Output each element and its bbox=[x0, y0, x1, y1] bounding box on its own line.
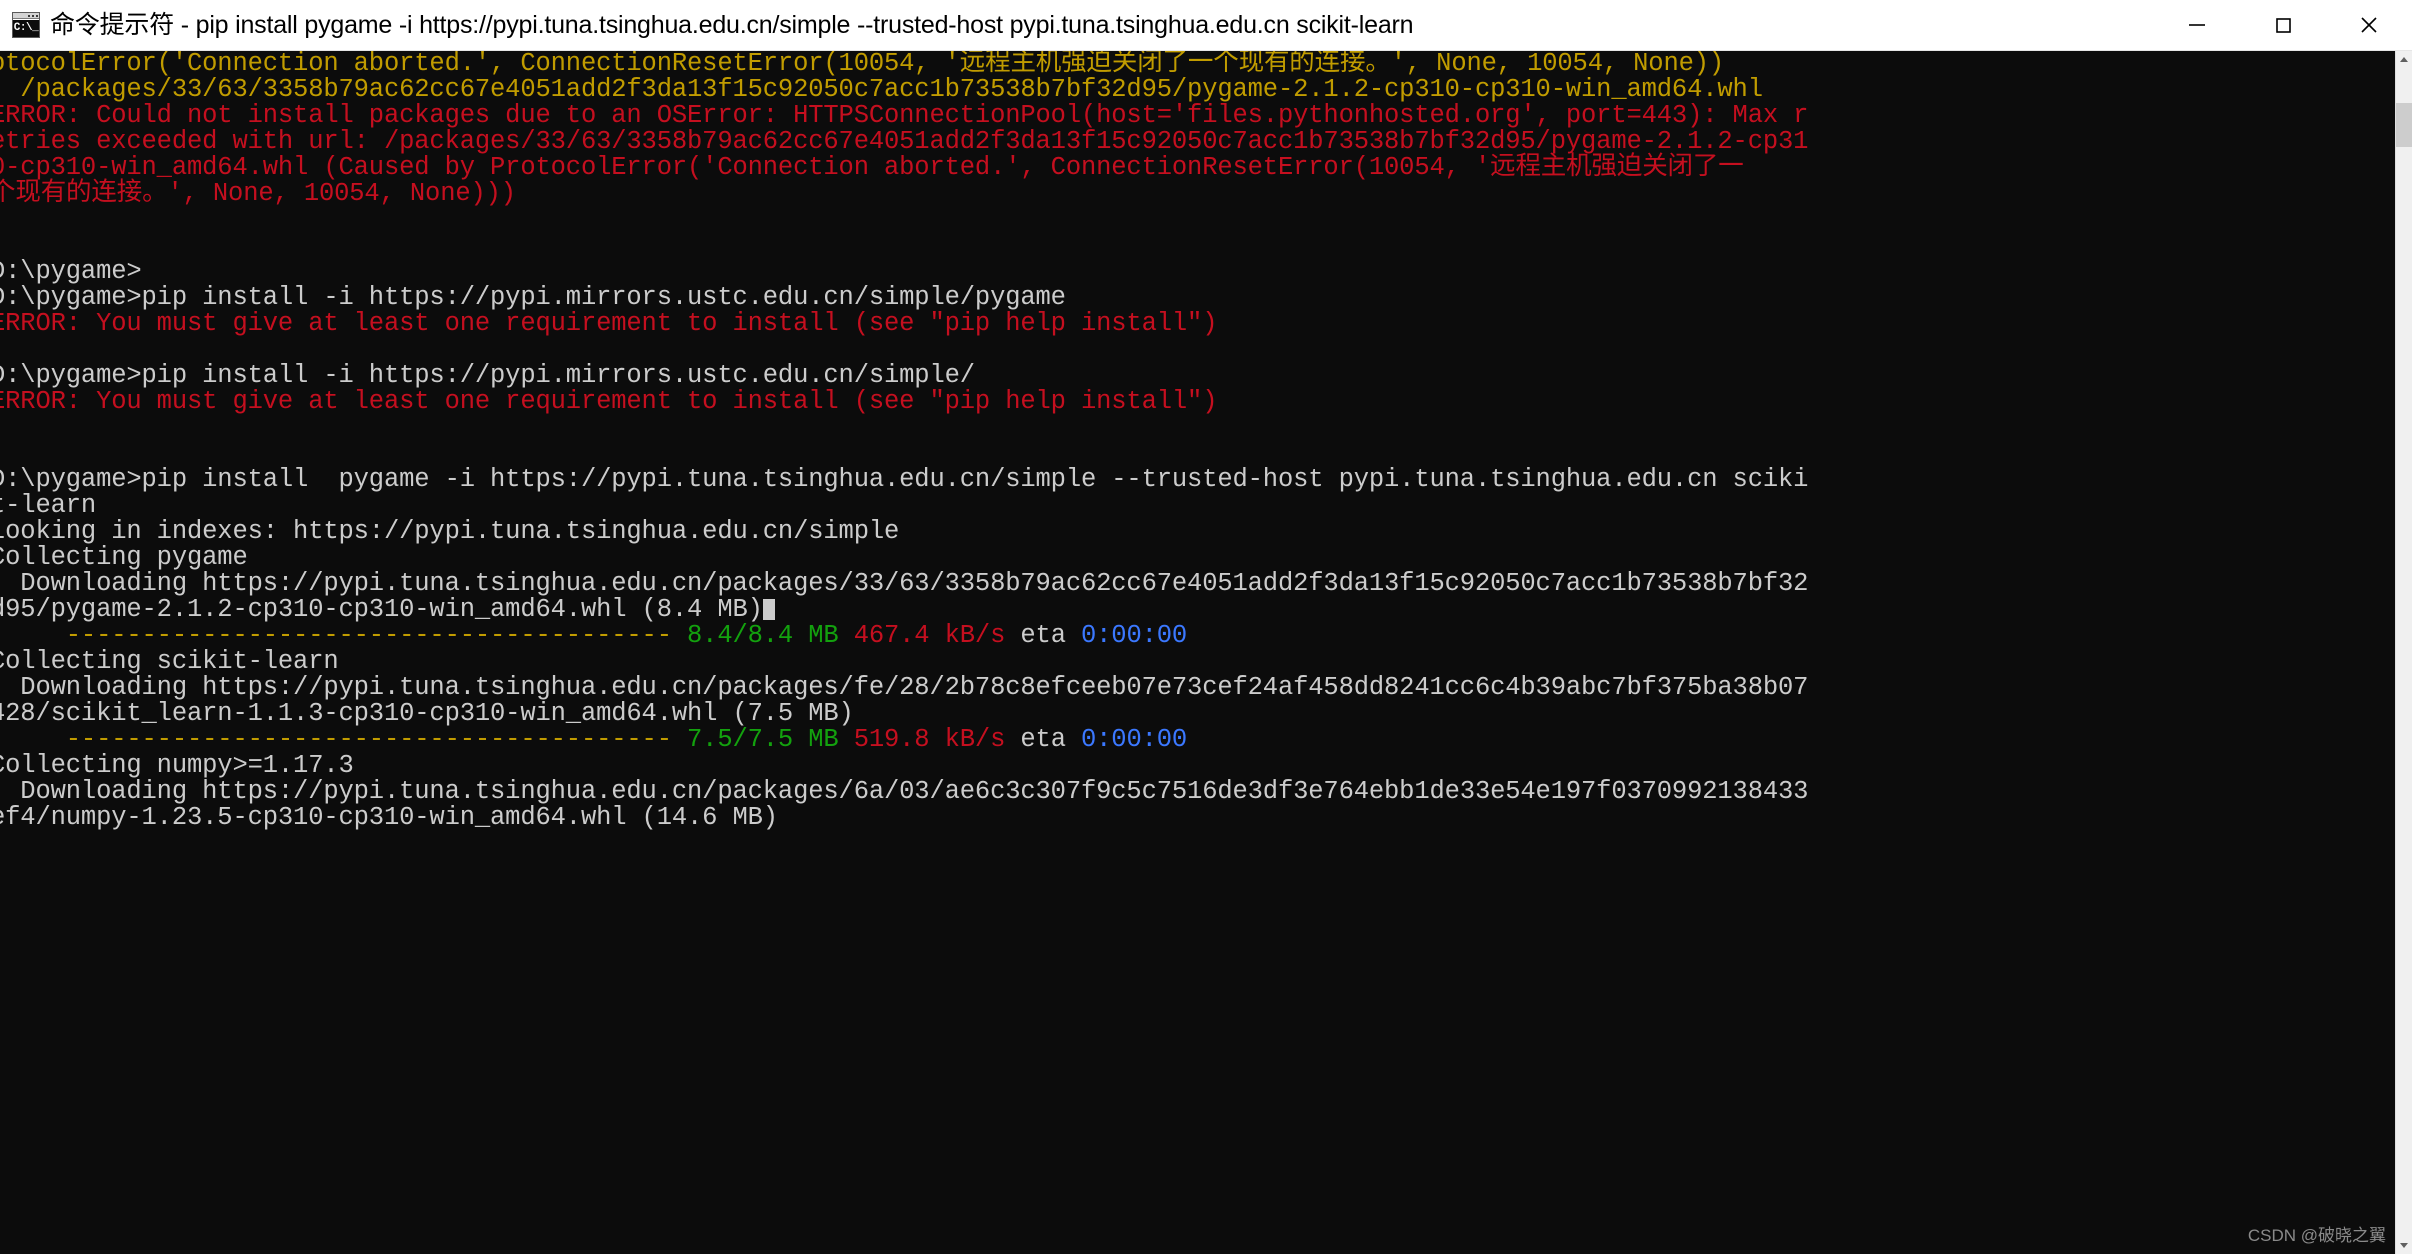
terminal-text-white: 428/scikit_learn-1.1.3-cp310-cp310-win_a… bbox=[0, 699, 854, 728]
terminal-text-white: D:\pygame>pip install -i https://pypi.mi… bbox=[0, 283, 1066, 312]
window-controls bbox=[2154, 0, 2412, 51]
terminal-text-blue: 0:00:00 bbox=[1081, 621, 1188, 650]
maximize-button[interactable] bbox=[2240, 0, 2326, 51]
scroll-up-button[interactable] bbox=[2396, 51, 2412, 68]
terminal-line: 个现有的连接。', None, 10054, None))) bbox=[0, 181, 2395, 207]
scrollbar-thumb[interactable] bbox=[2396, 103, 2412, 147]
maximize-icon bbox=[2276, 18, 2291, 33]
terminal-text-white: D:\pygame>pip install pygame -i https://… bbox=[0, 465, 1809, 494]
terminal-line: Downloading https://pypi.tuna.tsinghua.e… bbox=[0, 571, 2395, 597]
terminal-text-white: d95/pygame-2.1.2-cp310-cp310-win_amd64.w… bbox=[0, 595, 763, 624]
terminal-line: Looking in indexes: https://pypi.tuna.ts… bbox=[0, 519, 2395, 545]
terminal-line: etries exceeded with url: /packages/33/6… bbox=[0, 129, 2395, 155]
terminal-line: Downloading https://pypi.tuna.tsinghua.e… bbox=[0, 779, 2395, 805]
terminal-text-white: Looking in indexes: https://pypi.tuna.ts… bbox=[0, 517, 900, 546]
terminal-line: ----------------------------------------… bbox=[0, 623, 2395, 649]
terminal-text-red: ERROR: You must give at least one requir… bbox=[0, 387, 1218, 416]
chevron-up-icon bbox=[2400, 57, 2408, 62]
icon-titlebar-strip bbox=[13, 13, 39, 19]
terminal-text-white: ef4/numpy-1.23.5-cp310-cp310-win_amd64.w… bbox=[0, 803, 778, 832]
terminal-output[interactable]: otocolError('Connection aborted.', Conne… bbox=[0, 51, 2395, 1254]
terminal-line: : /packages/33/63/3358b79ac62cc67e4051ad… bbox=[0, 77, 2395, 103]
terminal-line: Collecting scikit-learn bbox=[0, 649, 2395, 675]
terminal-text-blue: 0:00:00 bbox=[1081, 725, 1188, 754]
terminal-text-white: Collecting numpy>=1.17.3 bbox=[0, 751, 354, 780]
chevron-down-icon bbox=[2400, 1243, 2408, 1248]
terminal-text-green: 8.4/8.4 MB bbox=[687, 621, 839, 650]
terminal-line: 0-cp310-win_amd64.whl (Caused by Protoco… bbox=[0, 155, 2395, 181]
terminal-text-white: D:\pygame>pip install -i https://pypi.mi… bbox=[0, 361, 975, 390]
terminal-line: otocolError('Connection aborted.', Conne… bbox=[0, 51, 2395, 77]
terminal-text-yellow: ---------------------------------------- bbox=[0, 725, 688, 754]
terminal-text-yellow: : /packages/33/63/3358b79ac62cc67e4051ad… bbox=[0, 75, 1763, 104]
terminal-text-red: 个现有的连接。', None, 10054, None))) bbox=[0, 179, 516, 208]
icon-screen-glyph: C:\_ bbox=[13, 20, 39, 37]
terminal-text-white: eta bbox=[1005, 621, 1081, 650]
window-title: 命令提示符 - pip install pygame -i https://py… bbox=[50, 10, 1414, 39]
terminal-text-white: Collecting pygame bbox=[0, 543, 248, 572]
terminal-line: ERROR: You must give at least one requir… bbox=[0, 389, 2395, 415]
terminal-text-white: Collecting scikit-learn bbox=[0, 647, 339, 676]
command-prompt-icon: C:\_ bbox=[12, 12, 40, 38]
terminal-text-green: 7.5/7.5 MB bbox=[687, 725, 839, 754]
terminal-text-red: ERROR: You must give at least one requir… bbox=[0, 309, 1218, 338]
terminal-text-red: etries exceeded with url: /packages/33/6… bbox=[0, 127, 1809, 156]
terminal-text-red: 519.8 kB/s bbox=[838, 725, 1006, 754]
terminal-text-yellow: otocolError('Connection aborted.', Conne… bbox=[0, 51, 1725, 78]
terminal-text-red: ERROR: Could not install packages due to… bbox=[0, 101, 1809, 130]
terminal-line: D:\pygame> bbox=[0, 259, 2395, 285]
terminal-line: Collecting numpy>=1.17.3 bbox=[0, 753, 2395, 779]
terminal-line: D:\pygame>pip install -i https://pypi.mi… bbox=[0, 363, 2395, 389]
scroll-down-button[interactable] bbox=[2396, 1237, 2412, 1254]
terminal-line: ERROR: Could not install packages due to… bbox=[0, 103, 2395, 129]
terminal-line: 428/scikit_learn-1.1.3-cp310-cp310-win_a… bbox=[0, 701, 2395, 727]
terminal-text-yellow: ---------------------------------------- bbox=[0, 621, 688, 650]
terminal-line: Downloading https://pypi.tuna.tsinghua.e… bbox=[0, 675, 2395, 701]
terminal-text-white: t-learn bbox=[0, 491, 97, 520]
terminal-line: ERROR: You must give at least one requir… bbox=[0, 311, 2395, 337]
terminal-text-white: Downloading https://pypi.tuna.tsinghua.e… bbox=[0, 777, 1809, 806]
terminal-line: D:\pygame>pip install -i https://pypi.mi… bbox=[0, 285, 2395, 311]
terminal-text-white: Downloading https://pypi.tuna.tsinghua.e… bbox=[0, 569, 1809, 598]
vertical-scrollbar[interactable] bbox=[2395, 51, 2412, 1254]
close-button[interactable] bbox=[2326, 0, 2412, 51]
minimize-icon bbox=[2189, 24, 2205, 26]
terminal-line: ----------------------------------------… bbox=[0, 727, 2395, 753]
terminal-line: t-learn bbox=[0, 493, 2395, 519]
terminal-text-white: D:\pygame> bbox=[0, 257, 142, 286]
terminal-text-red: 0-cp310-win_amd64.whl (Caused by Protoco… bbox=[0, 153, 1744, 182]
minimize-button[interactable] bbox=[2154, 0, 2240, 51]
terminal-line: d95/pygame-2.1.2-cp310-cp310-win_amd64.w… bbox=[0, 597, 2395, 623]
title-bar: C:\_ 命令提示符 - pip install pygame -i https… bbox=[0, 0, 2412, 51]
terminal-text-white: Downloading https://pypi.tuna.tsinghua.e… bbox=[0, 673, 1809, 702]
terminal-text-red: 467.4 kB/s bbox=[838, 621, 1006, 650]
terminal-cursor bbox=[762, 599, 775, 620]
close-icon bbox=[2361, 17, 2377, 33]
command-prompt-window: C:\_ 命令提示符 - pip install pygame -i https… bbox=[0, 0, 2412, 1254]
terminal-line: Collecting pygame bbox=[0, 545, 2395, 571]
terminal-line: ef4/numpy-1.23.5-cp310-cp310-win_amd64.w… bbox=[0, 805, 2395, 831]
terminal-text-white: eta bbox=[1005, 725, 1081, 754]
terminal-line: D:\pygame>pip install pygame -i https://… bbox=[0, 467, 2395, 493]
